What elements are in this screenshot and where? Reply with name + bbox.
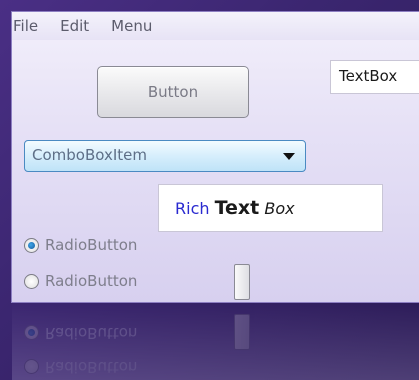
dropdown-arrow-icon[interactable] (283, 153, 295, 160)
menu-menu[interactable]: Menu (110, 17, 153, 35)
rich-text-box[interactable]: Rich Text Box (158, 184, 383, 232)
radio-button-2[interactable]: RadioButton (24, 272, 137, 290)
richtext-word-1: Rich (175, 199, 210, 218)
radio-button-label: RadioButton (45, 272, 138, 290)
radio-button-1[interactable]: RadioButton (24, 236, 137, 254)
reflected-scrollbar-thumb (234, 314, 250, 350)
reflected-radio-icon (24, 359, 39, 375)
text-box[interactable]: TextBox (330, 60, 419, 94)
reflected-radio-icon (24, 325, 39, 341)
reflected-radio-label: RadioButton (45, 358, 138, 376)
window-reflection: RadioButton RadioButton (12, 302, 419, 380)
radio-unchecked-icon[interactable] (24, 273, 39, 289)
combo-box[interactable]: ComboBoxItem (24, 140, 306, 172)
scrollbar-thumb[interactable] (234, 264, 250, 300)
menu-bar: File Edit Menu (12, 12, 419, 40)
radio-checked-icon[interactable] (24, 237, 39, 253)
textbox-value: TextBox (339, 67, 398, 85)
richtext-word-3: Box (264, 199, 295, 218)
reflected-radio-label: RadioButton (45, 324, 138, 342)
menu-edit[interactable]: Edit (59, 17, 90, 35)
button-label: Button (147, 83, 199, 101)
combobox-selected-value: ComboBoxItem (32, 146, 147, 164)
radio-button-label: RadioButton (45, 236, 138, 254)
main-button[interactable]: Button (97, 66, 249, 118)
menu-file[interactable]: File (12, 17, 39, 35)
reflected-radio-1: RadioButton (24, 324, 137, 342)
reflected-radio-2: RadioButton (24, 358, 137, 376)
richtext-word-2: Text (214, 197, 260, 219)
app-window: File Edit Menu Button TextBox ComboBoxIt… (12, 12, 419, 302)
